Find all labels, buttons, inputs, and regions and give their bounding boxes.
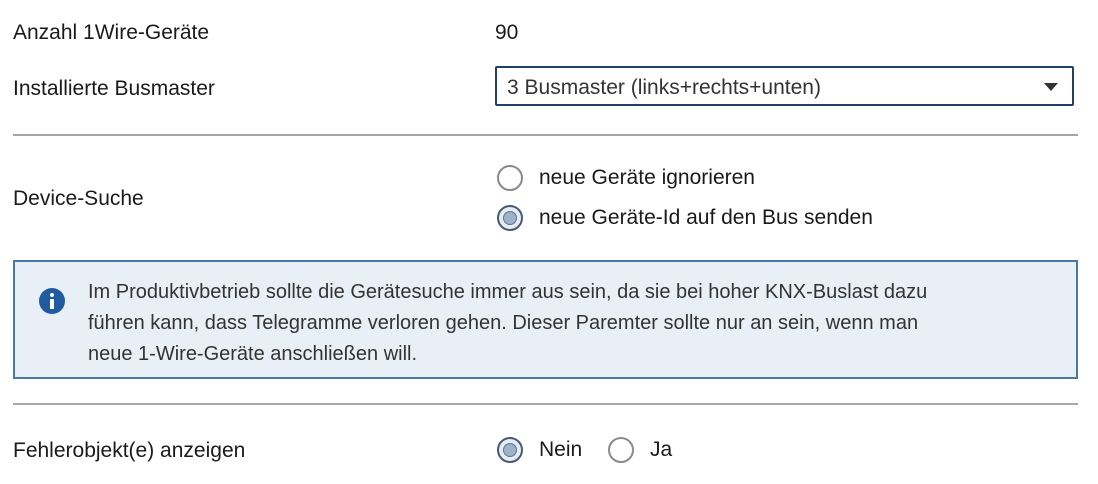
chevron-down-icon[interactable] <box>1044 83 1058 91</box>
busmaster-select[interactable]: 3 Busmaster (links+rechts+unten) <box>495 66 1074 106</box>
device-count-label: Anzahl 1Wire-Geräte <box>13 21 210 44</box>
device-count-value: 90 <box>495 21 519 44</box>
busmaster-label: Installierte Busmaster <box>13 77 215 100</box>
info-line: neue 1-Wire-Geräte anschließen will. <box>88 343 418 365</box>
separator-2 <box>13 403 1078 405</box>
radio-button[interactable] <box>608 437 634 463</box>
radio-button-checked[interactable] <box>497 437 523 463</box>
info-line: führen kann, dass Telegramme verloren ge… <box>88 312 919 334</box>
radio-button-checked[interactable] <box>497 205 523 231</box>
radio-error-objects-no[interactable]: Nein <box>497 437 582 463</box>
device-search-label: Device-Suche <box>13 187 144 210</box>
radio-error-objects-yes[interactable]: Ja <box>608 437 672 463</box>
radio-label: neue Geräte-Id auf den Bus senden <box>539 206 873 229</box>
busmaster-selected-value: 3 Busmaster (links+rechts+unten) <box>507 76 821 99</box>
info-box: Im Produktivbetrieb sollte die Gerätesuc… <box>13 260 1078 379</box>
info-text: Im Produktivbetrieb sollte die Gerätesuc… <box>88 277 1063 370</box>
radio-label: neue Geräte ignorieren <box>539 166 755 189</box>
radio-label: Ja <box>650 438 673 461</box>
radio-label: Nein <box>539 438 583 461</box>
separator-1 <box>13 134 1078 136</box>
info-line: Im Produktivbetrieb sollte die Gerätesuc… <box>88 281 928 303</box>
error-objects-label: Fehlerobjekt(e) anzeigen <box>13 439 246 462</box>
radio-button[interactable] <box>497 165 523 191</box>
info-icon <box>39 288 65 314</box>
radio-ignore-new-devices[interactable]: neue Geräte ignorieren <box>497 165 755 191</box>
radio-send-device-id[interactable]: neue Geräte-Id auf den Bus senden <box>497 205 873 231</box>
